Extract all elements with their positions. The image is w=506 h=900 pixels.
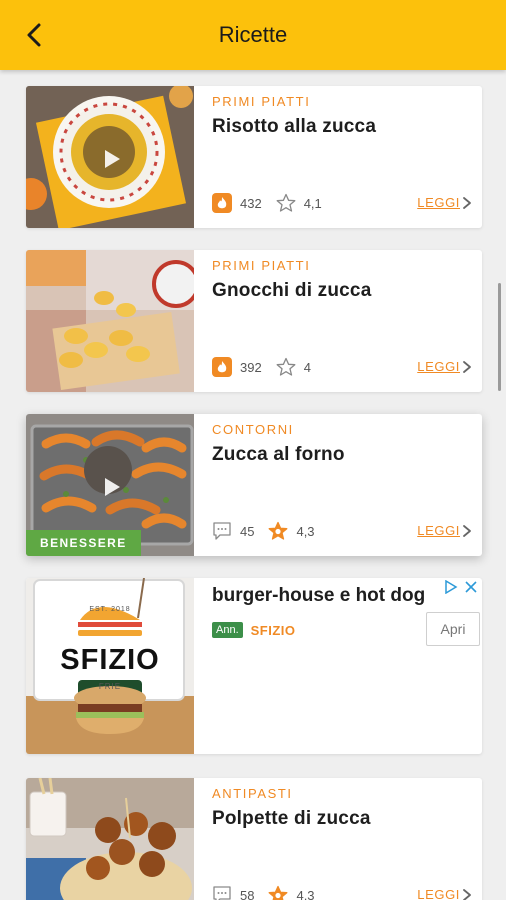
recipe-title: Zucca al forno xyxy=(212,444,345,465)
recipe-stats: 45 4,3 xyxy=(212,520,329,542)
play-icon[interactable] xyxy=(100,148,122,170)
ad-title[interactable]: burger-house e hot dog xyxy=(212,585,425,607)
recipe-card-polpette[interactable]: ANTIPASTI Polpette di zucca 58 4,3 LEGGI xyxy=(26,778,482,900)
ad-meta: Ann. SFIZIO xyxy=(212,622,296,638)
recipe-category: PRIMI PIATTI xyxy=(212,94,311,109)
recipe-category: ANTIPASTI xyxy=(212,786,293,801)
ad-sign-bottom: FRIE xyxy=(98,682,122,691)
page-title: Ricette xyxy=(218,22,288,47)
comments-count: 58 xyxy=(240,887,255,900)
ad-open-button[interactable]: Apri xyxy=(426,612,480,646)
recipe-card-gnocchi[interactable]: PRIMI PIATTI Gnocchi di zucca 392 4 LEGG… xyxy=(26,250,482,392)
read-link[interactable]: LEGGI xyxy=(417,887,460,900)
ad-image: EST. 2018 SFIZIO FRIE xyxy=(26,578,194,754)
scrollbar[interactable] xyxy=(498,283,501,391)
recipe-category: CONTORNI xyxy=(212,422,294,437)
star-outline-icon xyxy=(276,193,296,212)
ad-brand: SFIZIO xyxy=(250,622,296,638)
chevron-right-icon xyxy=(463,525,471,537)
ad-label: Ann. xyxy=(212,622,243,638)
comment-icon xyxy=(213,886,231,900)
recipe-title: Risotto alla zucca xyxy=(212,116,377,137)
recipe-stats: 58 4,3 xyxy=(212,884,329,900)
ad-choices[interactable] xyxy=(444,580,478,594)
adchoices-icon[interactable] xyxy=(444,580,458,594)
recipe-stats: 392 4 xyxy=(212,356,325,378)
read-link[interactable]: LEGGI xyxy=(417,195,460,210)
play-icon[interactable] xyxy=(100,476,122,498)
views-count: 432 xyxy=(240,195,262,211)
app-bar: Ricette xyxy=(0,0,506,70)
benessere-badge: BENESSERE xyxy=(26,530,141,556)
recipe-category: PRIMI PIATTI xyxy=(212,258,311,273)
flame-icon xyxy=(212,193,232,213)
comments-count: 45 xyxy=(240,523,255,539)
recipe-image xyxy=(26,778,194,900)
read-link[interactable]: LEGGI xyxy=(417,359,460,374)
recipe-card-zucca-al-forno[interactable]: BENESSERE CONTORNI Zucca al forno 45 4,3… xyxy=(26,414,482,556)
ad-card[interactable]: EST. 2018 SFIZIO FRIE burger-house e hot… xyxy=(26,578,482,754)
ad-sign-small: EST. 2018 xyxy=(89,606,131,613)
recipe-stats: 432 4,1 xyxy=(212,192,336,214)
star-outline-icon xyxy=(276,357,296,376)
read-link[interactable]: LEGGI xyxy=(417,523,460,538)
ad-sign-text: SFIZIO xyxy=(60,644,160,676)
star-filled-icon xyxy=(269,521,288,540)
views-count: 392 xyxy=(240,359,262,375)
rating-value: 4,1 xyxy=(303,195,322,211)
rating-value: 4,3 xyxy=(296,523,315,539)
recipe-title: Gnocchi di zucca xyxy=(212,280,372,301)
flame-icon xyxy=(212,357,232,377)
rating-value: 4 xyxy=(303,359,311,375)
recipe-image xyxy=(26,250,194,392)
recipe-title: Polpette di zucca xyxy=(212,808,371,829)
chevron-right-icon xyxy=(463,889,471,900)
recipe-image: BENESSERE xyxy=(26,414,194,556)
recipe-image xyxy=(26,86,194,228)
chevron-right-icon xyxy=(463,361,471,373)
recipe-card-risotto[interactable]: PRIMI PIATTI Risotto alla zucca 432 4,1 … xyxy=(26,86,482,228)
rating-value: 4,3 xyxy=(296,887,315,900)
close-icon[interactable] xyxy=(464,580,478,594)
comment-icon xyxy=(213,522,231,540)
star-filled-icon xyxy=(269,885,288,900)
chevron-right-icon xyxy=(463,197,471,209)
